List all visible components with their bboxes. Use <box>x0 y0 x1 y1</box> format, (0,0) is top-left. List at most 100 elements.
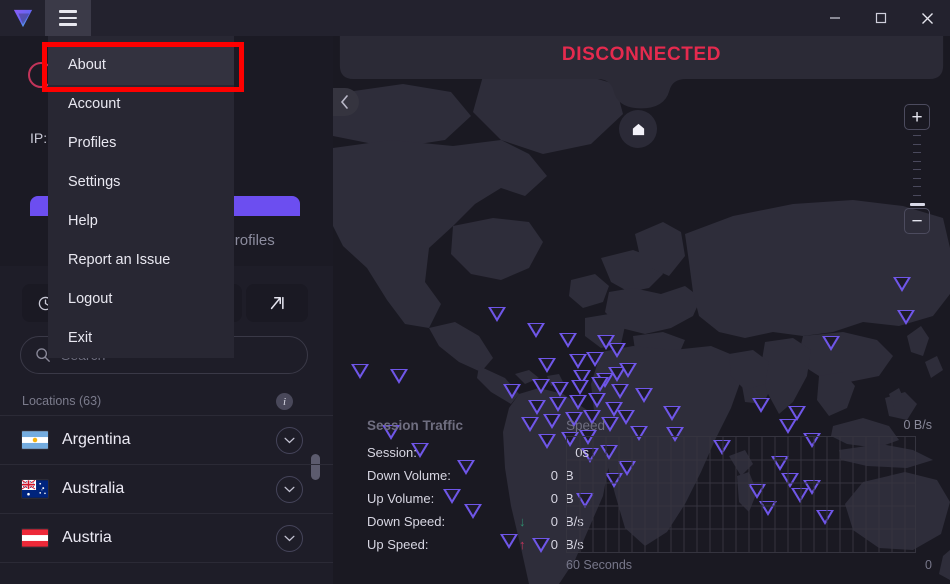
server-marker-icon[interactable] <box>538 358 556 373</box>
menu-item-profiles[interactable]: Profiles <box>48 124 234 163</box>
maximize-button[interactable] <box>858 0 904 36</box>
server-marker-icon[interactable] <box>591 377 609 392</box>
jump-to-icon <box>270 296 284 310</box>
server-marker-icon[interactable] <box>549 397 567 412</box>
flag-icon-at <box>22 529 48 547</box>
country-name: Australia <box>62 480 125 497</box>
zoom-tick <box>913 160 921 162</box>
server-marker-icon[interactable] <box>630 426 648 441</box>
zoom-slider-thumb[interactable] <box>909 203 925 206</box>
server-marker-icon[interactable] <box>619 363 637 378</box>
server-marker-icon[interactable] <box>351 364 369 379</box>
server-marker-icon[interactable] <box>635 388 653 403</box>
server-marker-icon[interactable] <box>748 484 766 499</box>
server-marker-icon[interactable] <box>581 448 599 463</box>
server-marker-icon[interactable] <box>759 501 777 516</box>
server-marker-icon[interactable] <box>576 493 594 508</box>
menu-item-about[interactable]: About <box>48 46 234 85</box>
server-marker-icon[interactable] <box>816 510 834 525</box>
server-marker-icon[interactable] <box>532 538 550 553</box>
hamburger-bar <box>59 10 77 13</box>
server-marker-icon[interactable] <box>532 379 550 394</box>
server-marker-icon[interactable] <box>617 410 635 425</box>
hamburger-bar <box>59 16 77 20</box>
server-marker-icon[interactable] <box>561 432 579 447</box>
server-marker-icon[interactable] <box>382 425 400 440</box>
server-marker-icon[interactable] <box>579 430 597 445</box>
server-marker-icon[interactable] <box>586 352 604 367</box>
server-marker-icon[interactable] <box>663 406 681 421</box>
zoom-tick <box>913 186 921 187</box>
server-marker-icon[interactable] <box>527 323 545 338</box>
server-marker-icon[interactable] <box>503 384 521 399</box>
server-marker-icon[interactable] <box>528 400 546 415</box>
server-marker-icon[interactable] <box>611 384 629 399</box>
server-marker-icon[interactable] <box>521 417 539 432</box>
zoom-out-button[interactable]: − <box>904 208 930 234</box>
info-icon[interactable]: i <box>276 393 293 410</box>
server-marker-icon[interactable] <box>500 534 518 549</box>
menu-item-report-an-issue[interactable]: Report an Issue <box>48 241 234 280</box>
server-marker-icon[interactable] <box>559 333 577 348</box>
zoom-in-button[interactable]: + <box>904 104 930 130</box>
server-marker-icon[interactable] <box>788 406 806 421</box>
connection-status: DISCONNECTED <box>561 44 722 65</box>
title-bar <box>0 0 950 36</box>
country-name: Argentina <box>62 431 131 448</box>
server-marker-icon[interactable] <box>571 380 589 395</box>
server-marker-icon[interactable] <box>605 473 623 488</box>
server-marker-icon[interactable] <box>569 395 587 410</box>
country-row[interactable]: Argentina <box>0 416 333 465</box>
server-marker-icon[interactable] <box>538 434 556 449</box>
menu-item-settings[interactable]: Settings <box>48 163 234 202</box>
server-marker-icon[interactable] <box>608 343 626 358</box>
world-map[interactable]: DISCONNECTED + − Session Traffic Session… <box>333 36 950 584</box>
chevron-down-icon <box>284 486 295 493</box>
server-marker-icon[interactable] <box>583 410 601 425</box>
hamburger-menu-button[interactable] <box>45 0 91 36</box>
server-marker-icon[interactable] <box>779 419 797 434</box>
zoom-slider-track[interactable] <box>909 130 925 208</box>
menu-item-help[interactable]: Help <box>48 202 234 241</box>
server-marker-icon[interactable] <box>822 336 840 351</box>
server-marker-icon[interactable] <box>600 445 618 460</box>
expand-country-button[interactable] <box>276 525 303 552</box>
minimize-button[interactable] <box>812 0 858 36</box>
server-marker-icon[interactable] <box>897 310 915 325</box>
locations-scrollbar-track[interactable] <box>311 36 320 243</box>
expand-country-button[interactable] <box>276 427 303 454</box>
country-row[interactable]: Australia <box>0 465 333 514</box>
menu-item-account[interactable]: Account <box>48 85 234 124</box>
close-button[interactable] <box>904 0 950 36</box>
server-marker-icon[interactable] <box>411 443 429 458</box>
jump-to-button[interactable] <box>246 284 308 322</box>
chevron-down-icon <box>284 437 295 444</box>
server-marker-icon[interactable] <box>543 414 561 429</box>
expand-country-button[interactable] <box>276 476 303 503</box>
country-row[interactable]: Austria <box>0 514 333 563</box>
home-button[interactable] <box>619 110 657 148</box>
server-marker-icon[interactable] <box>390 369 408 384</box>
server-marker-icon[interactable] <box>464 504 482 519</box>
server-marker-icon[interactable] <box>565 412 583 427</box>
vpn-app-window: DISCONNECTED + − Session Traffic Session… <box>0 0 950 584</box>
server-marker-icon[interactable] <box>666 427 684 442</box>
server-marker-icon[interactable] <box>713 440 731 455</box>
server-marker-icon[interactable] <box>443 489 461 504</box>
server-marker-icon[interactable] <box>781 473 799 488</box>
server-marker-icon[interactable] <box>803 480 821 495</box>
server-marker-icon[interactable] <box>588 393 606 408</box>
server-marker-icon[interactable] <box>569 354 587 369</box>
server-marker-icon[interactable] <box>893 277 911 292</box>
map-zoom-control[interactable]: + − <box>902 104 932 234</box>
zoom-tick <box>913 169 921 170</box>
server-marker-icon[interactable] <box>771 456 789 471</box>
server-marker-icon[interactable] <box>803 433 821 448</box>
server-marker-icon[interactable] <box>457 460 475 475</box>
menu-item-logout[interactable]: Logout <box>48 280 234 319</box>
server-marker-icon[interactable] <box>488 307 506 322</box>
menu-item-exit[interactable]: Exit <box>48 319 234 358</box>
server-marker-icon[interactable] <box>752 398 770 413</box>
server-marker-icon[interactable] <box>551 382 569 397</box>
locations-header: Locations (63) i <box>0 386 333 416</box>
